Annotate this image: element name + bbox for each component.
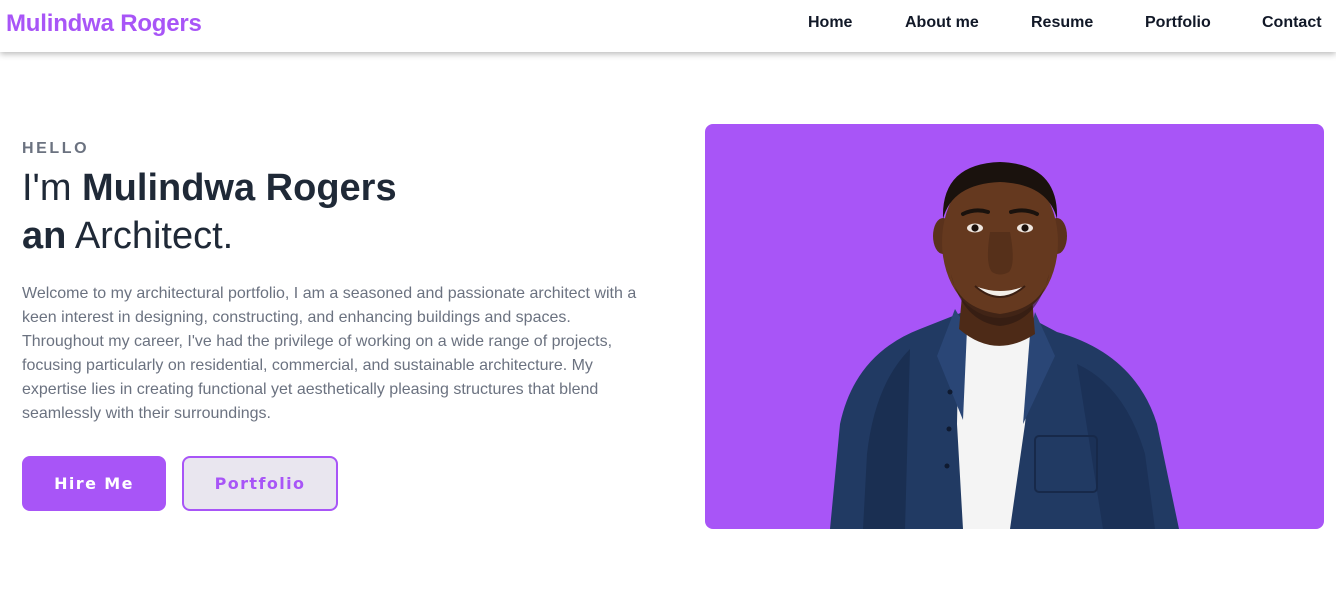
nav-link-resume[interactable]: Resume (1031, 14, 1093, 32)
nav-link-contact[interactable]: Contact (1262, 14, 1322, 32)
portfolio-button[interactable]: Portfolio (182, 456, 338, 511)
headline-prefix: I'm (22, 167, 72, 209)
profile-portrait-image (830, 162, 1179, 529)
headline-role: Architect. (74, 215, 234, 257)
headline-an: an (22, 215, 67, 257)
navbar: Mulindwa Rogers Home About me Resume Por… (0, 0, 1336, 52)
hero-text: HELLO I'm Mulindwa Rogers an Architect. … (22, 140, 652, 426)
hero-intro-paragraph: Welcome to my architectural portfolio, I… (22, 285, 637, 422)
hire-me-button[interactable]: Hire Me (22, 456, 166, 511)
nav-link-home[interactable]: Home (808, 14, 852, 32)
main-nav: Home About me Resume Portfolio Contact (0, 14, 1336, 34)
nav-link-portfolio[interactable]: Portfolio (1145, 14, 1211, 32)
nav-link-about-me[interactable]: About me (905, 14, 979, 32)
headline-name: Mulindwa Rogers (82, 167, 397, 209)
hero-headline: I'm Mulindwa Rogers an Architect. (22, 164, 652, 260)
hero-eyebrow: HELLO (22, 140, 90, 157)
profile-photo-card (705, 124, 1324, 529)
